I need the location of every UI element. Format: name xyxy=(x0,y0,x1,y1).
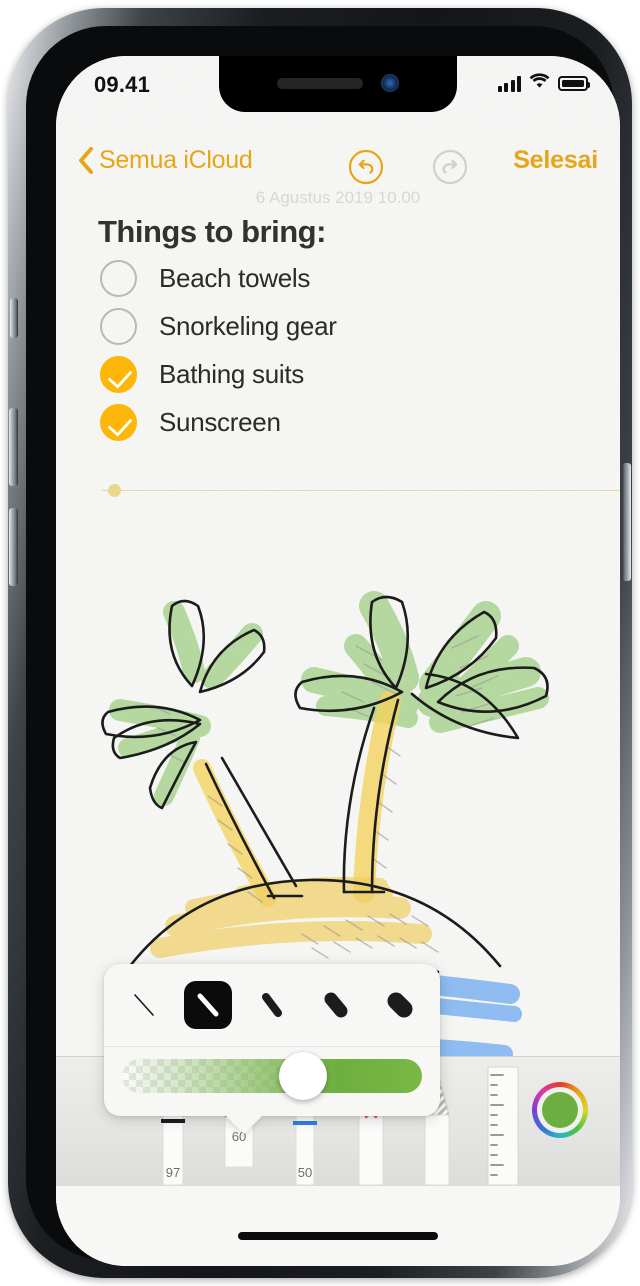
earpiece-speaker-icon xyxy=(277,78,363,89)
stroke-option-thin[interactable] xyxy=(184,981,232,1029)
drawing-resize-handle[interactable] xyxy=(108,484,121,497)
checklist-item-label: Sunscreen xyxy=(159,406,281,437)
done-button[interactable]: Selesai xyxy=(513,146,598,175)
drawing-area-divider xyxy=(102,490,620,491)
pencil-tool-number: 50 xyxy=(297,1165,313,1180)
checkbox-unchecked-icon[interactable] xyxy=(100,259,137,297)
stroke-medium-icon xyxy=(262,993,282,1017)
stroke-option-hairline[interactable] xyxy=(120,981,168,1029)
volume-down-button[interactable] xyxy=(9,508,18,586)
color-picker-button[interactable] xyxy=(532,1082,588,1138)
checklist-item-beach-towels[interactable]: Beach towels xyxy=(100,254,620,302)
undo-arrow-icon xyxy=(348,149,384,185)
redo-arrow-icon xyxy=(432,149,468,185)
ruler-tool[interactable] xyxy=(478,1063,528,1190)
phone-bezel: 09.41 Semua iCloud Selesai 6 Agustus 201… xyxy=(26,26,620,1266)
stroke-option-thickest[interactable] xyxy=(376,981,424,1029)
back-button-label: Semua iCloud xyxy=(99,146,253,174)
opacity-slider-track[interactable] xyxy=(122,1059,422,1093)
chevron-left-icon xyxy=(79,147,93,174)
note-date-label: 6 Agustus 2019 10.00 xyxy=(255,188,421,207)
front-camera-icon xyxy=(381,74,399,92)
wifi-icon xyxy=(529,73,550,94)
current-color-swatch xyxy=(542,1092,578,1128)
battery-full-icon xyxy=(558,76,590,91)
stroke-thickest-icon xyxy=(387,992,413,1018)
stroke-thin-icon xyxy=(197,993,219,1017)
checklist-item-label: Bathing suits xyxy=(159,358,304,389)
home-indicator-area xyxy=(56,1186,620,1266)
ruler-tool-icon xyxy=(487,1066,519,1186)
status-bar-indicators xyxy=(497,73,590,94)
checklist-item-bathing-suits[interactable]: Bathing suits xyxy=(100,350,620,398)
pen-tool-number: 97 xyxy=(165,1165,181,1180)
phone-screen: 09.41 Semua iCloud Selesai 6 Agustus 201… xyxy=(56,56,620,1266)
navigation-bar: Semua iCloud Selesai 6 Agustus 2019 10.0… xyxy=(56,146,620,207)
back-to-all-icloud-button[interactable]: Semua iCloud xyxy=(78,146,253,175)
stroke-option-thick[interactable] xyxy=(312,981,360,1029)
stroke-option-medium[interactable] xyxy=(248,981,296,1029)
redo-button[interactable] xyxy=(432,149,468,185)
stroke-thick-icon xyxy=(324,992,348,1018)
power-button[interactable] xyxy=(622,463,631,581)
checkbox-checked-icon[interactable] xyxy=(100,355,137,393)
home-indicator[interactable] xyxy=(238,1232,438,1240)
stroke-width-popover xyxy=(104,964,440,1116)
volume-up-button[interactable] xyxy=(9,408,18,486)
checkbox-unchecked-icon[interactable] xyxy=(100,307,137,345)
iphone-device-frame: 09.41 Semua iCloud Selesai 6 Agustus 201… xyxy=(8,8,632,1278)
undo-button[interactable] xyxy=(348,149,384,185)
checklist-item-label: Snorkeling gear xyxy=(159,310,337,341)
cellular-signal-icon xyxy=(497,75,521,92)
device-notch xyxy=(219,56,457,112)
checkbox-checked-icon[interactable] xyxy=(100,403,137,441)
checklist-item-snorkeling-gear[interactable]: Snorkeling gear xyxy=(100,302,620,350)
note-title: Things to bring: xyxy=(98,214,326,249)
note-content: Things to bring: Beach towels Snorkeling… xyxy=(56,196,620,446)
status-bar-time: 09.41 xyxy=(94,72,151,97)
checklist-item-label: Beach towels xyxy=(159,262,311,293)
opacity-slider-thumb[interactable] xyxy=(279,1052,327,1100)
popover-tail xyxy=(224,1114,264,1134)
stroke-width-options xyxy=(104,964,440,1047)
silent-switch-button[interactable] xyxy=(10,298,18,338)
stroke-hairline-icon xyxy=(134,994,154,1016)
checklist-item-sunscreen[interactable]: Sunscreen xyxy=(100,398,620,446)
